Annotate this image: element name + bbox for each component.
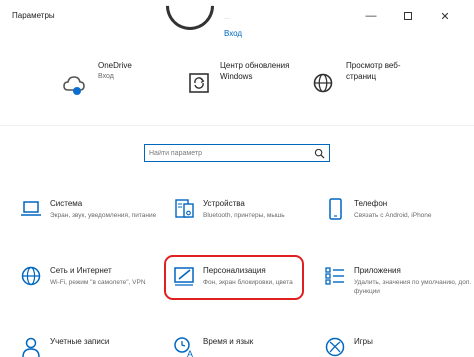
apps-list-icon [325, 267, 344, 285]
laptop-icon [21, 201, 41, 216]
tile-time-language[interactable]: A Время и язык [173, 336, 321, 357]
tile-desc: Wi-Fi, режим "в самолете", VPN [50, 279, 146, 286]
tile-devices[interactable]: Устройства Bluetooth, принтеры, мышь [173, 198, 321, 248]
phone-icon [329, 198, 342, 220]
top-item-web-browsing[interactable]: Просмотр веб-страниц [310, 60, 430, 105]
xbox-icon [325, 337, 345, 357]
tile-name: Устройства [203, 199, 245, 208]
minimize-button[interactable]: — [360, 6, 382, 26]
title-bar: Параметры — ✕ [0, 0, 474, 32]
top-item-windows-update[interactable]: Центр обновления Windows [186, 60, 306, 105]
tile-network[interactable]: Сеть и Интернет Wi-Fi, режим "в самолете… [20, 265, 168, 315]
tile-name: Система [50, 199, 83, 208]
tile-name: Телефон [354, 199, 388, 208]
tile-desc: Bluetooth, принтеры, мышь [203, 212, 285, 219]
tile-name: Приложения [354, 266, 401, 275]
close-button[interactable]: ✕ [434, 6, 456, 26]
tile-desc: Удалить, значения по умолчанию, доп. фун… [354, 279, 472, 295]
maximize-button[interactable] [397, 6, 419, 26]
keyboard-devices-icon [175, 199, 194, 218]
search-icon[interactable] [314, 148, 325, 159]
maximize-icon [404, 12, 412, 20]
tile-name: Игры [354, 337, 373, 346]
tile-desc: Связать с Android, iPhone [354, 212, 432, 219]
account-icon [22, 337, 40, 357]
tile-apps[interactable]: Приложения Удалить, значения по умолчани… [324, 265, 472, 315]
tile-name: Сеть и Интернет [50, 266, 112, 275]
tile-gaming[interactable]: Игры [324, 336, 472, 357]
tile-name: Время и язык [203, 337, 254, 346]
top-item-label: Просмотр веб-страниц [346, 61, 401, 81]
windows-update-icon [189, 73, 209, 93]
globe-icon [313, 73, 333, 93]
svg-text:A: A [187, 349, 193, 357]
top-item-onedrive[interactable]: OneDrive Вход [62, 60, 182, 105]
top-item-label: OneDrive [98, 61, 132, 70]
window-title: Параметры [12, 11, 55, 20]
account-email-faded: ... [224, 14, 230, 21]
tile-accounts[interactable]: Учетные записи [20, 336, 168, 357]
top-item-sub: Вход [98, 73, 114, 80]
tile-phone[interactable]: Телефон Связать с Android, iPhone [324, 198, 472, 248]
tile-name: Учетные записи [50, 337, 110, 346]
signin-link[interactable]: Вход [224, 29, 242, 38]
time-language-icon: A [174, 337, 193, 357]
tile-desc: Экран, звук, уведомления, питание [50, 212, 157, 219]
highlight-box [164, 255, 304, 300]
tile-system[interactable]: Система Экран, звук, уведомления, питани… [20, 198, 168, 248]
top-item-label: Центр обновления Windows [220, 61, 290, 81]
network-globe-icon [21, 266, 41, 286]
search-box[interactable] [144, 144, 330, 162]
search-input[interactable] [149, 147, 309, 160]
onedrive-cloud-icon [63, 76, 85, 95]
